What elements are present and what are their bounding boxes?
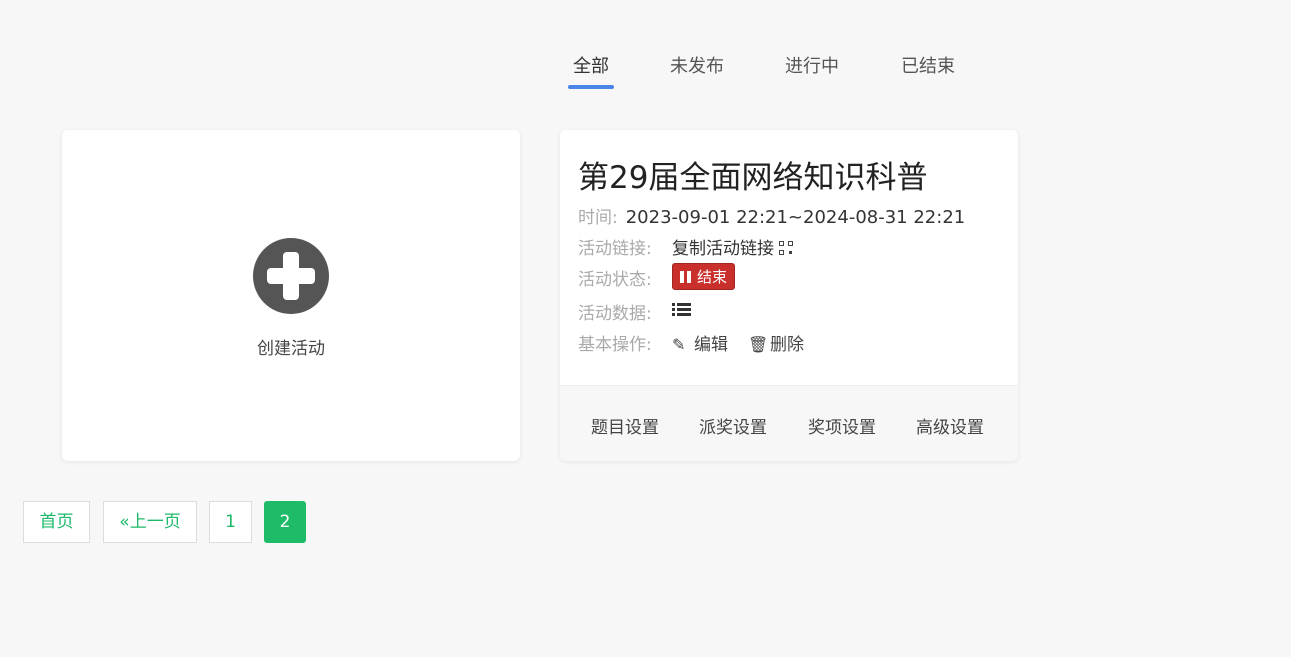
delete-label: 删除 [770, 335, 804, 355]
active-tab-indicator [568, 85, 614, 89]
status-badge: 结束 [672, 263, 736, 290]
status-label: 活动状态: [578, 270, 652, 290]
copy-link-button[interactable]: 复制活动链接 [672, 234, 793, 259]
prev-page-button[interactable]: «上一页 [103, 501, 197, 543]
tab-in-progress-label: 进行中 [785, 56, 839, 77]
advanced-settings-button[interactable]: 高级设置 [916, 413, 984, 438]
edit-label: 编辑 [694, 335, 728, 355]
tab-all-label: 全部 [573, 56, 609, 77]
tab-unpublished-label: 未发布 [670, 56, 724, 77]
event-title: 第29届全面网络知识科普 [578, 160, 928, 196]
link-label: 活动链接: [578, 239, 652, 259]
copy-link-label: 复制活动链接 [672, 239, 774, 259]
plus-circle-icon[interactable] [253, 238, 329, 314]
page-2-button[interactable]: 2 [264, 501, 306, 543]
event-card: 第29届全面网络知识科普 时间: 2023-09-01 22:21~2024-08… [560, 130, 1018, 461]
first-page-button[interactable]: 首页 [23, 501, 90, 543]
event-data-row: 活动数据: [578, 299, 691, 324]
tab-ended[interactable]: 已结束 [901, 52, 955, 78]
list-icon[interactable] [672, 302, 691, 318]
event-time-row: 时间: 2023-09-01 22:21~2024-08-31 22:21 [578, 203, 965, 228]
event-card-footer: 题目设置 派奖设置 奖项设置 高级设置 [560, 385, 1018, 461]
time-value: 2023-09-01 22:21~2024-08-31 22:21 [625, 207, 966, 228]
tab-all[interactable]: 全部 [568, 52, 614, 89]
prize-distribution-settings-button[interactable]: 派奖设置 [699, 413, 767, 438]
data-label: 活动数据: [578, 304, 652, 324]
question-settings-button[interactable]: 题目设置 [591, 413, 659, 438]
create-activity-card[interactable]: 创建活动 [62, 130, 520, 461]
page-1-button[interactable]: 1 [209, 501, 252, 543]
page: 全部 未发布 进行中 已结束 创建活动 第29届全面网络知识科普 时间: 2023… [0, 0, 1291, 657]
event-status-row: 活动状态: 结束 [578, 263, 736, 290]
edit-icon: ✎ [672, 335, 686, 354]
event-ops-row: 基本操作: ✎ 编辑 🗑删除 [578, 330, 804, 355]
create-activity-label: 创建活动 [257, 339, 325, 359]
edit-button[interactable]: ✎ 编辑 [672, 330, 728, 355]
tab-ended-label: 已结束 [901, 56, 955, 77]
time-label: 时间: [578, 208, 618, 228]
qrcode-icon[interactable] [779, 241, 793, 255]
trash-icon: 🗑 [748, 335, 769, 354]
ops-label: 基本操作: [578, 335, 652, 355]
award-settings-button[interactable]: 奖项设置 [808, 413, 876, 438]
pause-icon [680, 271, 692, 283]
tab-in-progress[interactable]: 进行中 [785, 52, 839, 78]
delete-button[interactable]: 🗑删除 [748, 330, 804, 355]
tab-unpublished[interactable]: 未发布 [670, 52, 724, 78]
event-link-row: 活动链接: 复制活动链接 [578, 234, 793, 259]
status-value: 结束 [697, 268, 728, 286]
